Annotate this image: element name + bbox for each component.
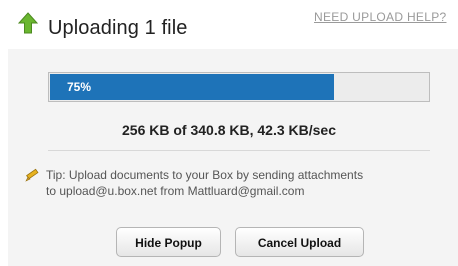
tip-text-line-2: to upload@u.box.net from Mattluard@gmail…: [46, 184, 305, 198]
green-up-arrow-icon: [18, 12, 38, 34]
tip-text-line-1: Tip: Upload documents to your Box by sen…: [46, 168, 364, 182]
upload-help-link[interactable]: NEED UPLOAD HELP?: [314, 10, 446, 24]
upload-progress-bar: 75%: [48, 72, 430, 102]
transfer-status: 256 KB of 340.8 KB, 42.3 KB/sec: [122, 122, 336, 138]
cancel-upload-button[interactable]: Cancel Upload: [235, 227, 364, 257]
dialog-title: Uploading 1 file: [48, 17, 188, 39]
pencil-icon: [25, 168, 39, 182]
progress-fill: [50, 74, 334, 100]
progress-percent-label: 75%: [67, 80, 92, 94]
divider: [48, 150, 430, 151]
hide-popup-button[interactable]: Hide Popup: [116, 227, 221, 257]
dialog-header: Uploading 1 file NEED UPLOAD HELP?: [0, 0, 458, 46]
